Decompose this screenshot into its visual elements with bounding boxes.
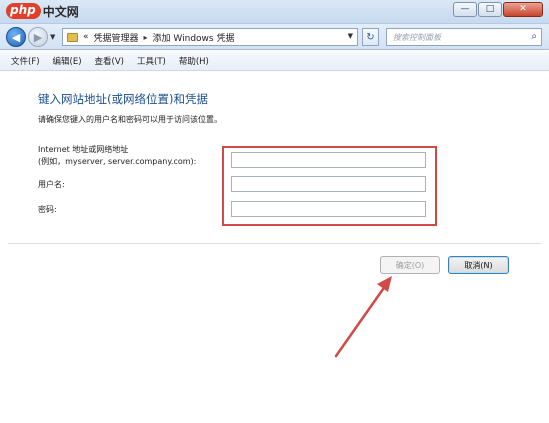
breadcrumb-separator-icon[interactable]: ▸ [144,33,148,42]
breadcrumb-overflow[interactable]: « [83,32,89,42]
menu-bar: 文件(F) 编辑(E) 查看(V) 工具(T) 帮助(H) [0,51,549,71]
arrow-head-icon [377,276,392,292]
menu-edit[interactable]: 编辑(E) [53,55,82,67]
breadcrumb[interactable]: « 凭据管理器 ▸ 添加 Windows 凭据 ▼ [62,28,358,46]
back-button[interactable]: ◀ [6,27,26,47]
forward-button[interactable]: ▶ [28,27,48,47]
search-input[interactable]: 搜索控制面板 ⌕ [386,28,542,46]
menu-tools[interactable]: 工具(T) [137,55,166,67]
refresh-icon: ↻ [366,31,375,43]
credential-form: 键入网站地址(或网络位置)和凭据 请确保您键入的用户名和密码可以用于访问该位置。… [0,72,549,423]
arrow-left-icon: ◀ [11,30,21,44]
logo-site: 中文网 [42,4,79,19]
breadcrumb-add-windows-credential[interactable]: 添加 Windows 凭据 [153,31,235,44]
arrow-right-icon: ▶ [33,30,43,44]
recent-pages-dropdown[interactable]: ▼ [50,33,55,41]
search-placeholder: 搜索控制面板 [393,32,441,42]
close-button[interactable]: ✕ [503,2,543,17]
title-bar: php 中文网 — □ ✕ [0,0,549,24]
arrow-shaft [334,280,390,358]
address-dropdown-icon[interactable]: ▼ [348,32,353,40]
watermark-logo: php 中文网 [6,2,79,20]
menu-help[interactable]: 帮助(H) [179,55,209,67]
refresh-button[interactable]: ↻ [362,28,379,46]
logo-php: php [6,3,41,19]
minimize-button[interactable]: — [453,2,477,17]
chevron-down-icon: ▼ [50,33,56,41]
window-controls: — □ ✕ [453,2,543,17]
control-panel-icon [67,32,78,42]
search-icon[interactable]: ⌕ [531,31,537,42]
menu-file[interactable]: 文件(F) [11,55,40,67]
annotation-arrow [334,276,392,358]
address-bar: ◀ ▶ ▼ « 凭据管理器 ▸ 添加 Windows 凭据 ▼ ↻ 搜索控制面板… [0,24,549,50]
breadcrumb-credential-manager[interactable]: 凭据管理器 [94,31,139,44]
menu-view[interactable]: 查看(V) [95,55,124,67]
maximize-button[interactable]: □ [478,2,502,17]
